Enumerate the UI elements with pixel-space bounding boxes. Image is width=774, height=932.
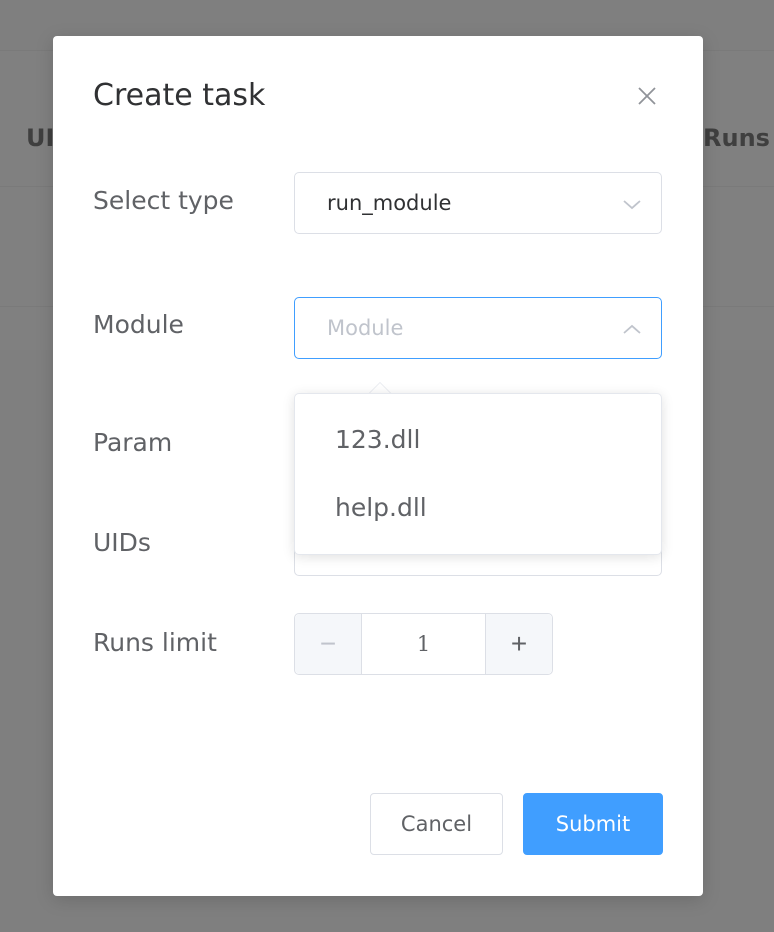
decrement-button[interactable]: − (295, 614, 362, 674)
module-select[interactable]: Module (294, 297, 662, 359)
module-placeholder: Module (327, 316, 404, 340)
dropdown-caret (369, 382, 391, 393)
chevron-up-icon (623, 324, 641, 334)
param-label: Param (93, 428, 173, 457)
cancel-button[interactable]: Cancel (370, 793, 503, 855)
runs-limit-label: Runs limit (93, 628, 217, 657)
runs-limit-stepper: − 1 + (294, 613, 553, 675)
select-type-value: run_module (327, 191, 452, 215)
module-option-help-dll[interactable]: help.dll (295, 476, 661, 540)
uids-label: UIDs (93, 528, 151, 557)
module-dropdown: 123.dll help.dll (294, 393, 662, 555)
select-type-label: Select type (93, 186, 234, 215)
module-label: Module (93, 310, 184, 339)
module-option-123-dll[interactable]: 123.dll (295, 408, 661, 472)
increment-button[interactable]: + (485, 614, 552, 674)
background-column-header-runs: Runs (703, 124, 770, 152)
runs-limit-value[interactable]: 1 (361, 614, 486, 674)
chevron-down-icon (623, 200, 641, 210)
create-task-dialog: Create task Select type run_module Modul… (53, 36, 703, 896)
submit-button[interactable]: Submit (523, 793, 663, 855)
select-type-select[interactable]: run_module (294, 172, 662, 234)
dialog-title: Create task (93, 78, 266, 113)
background-column-header-uid: UI (26, 124, 55, 152)
close-icon[interactable] (635, 84, 659, 108)
